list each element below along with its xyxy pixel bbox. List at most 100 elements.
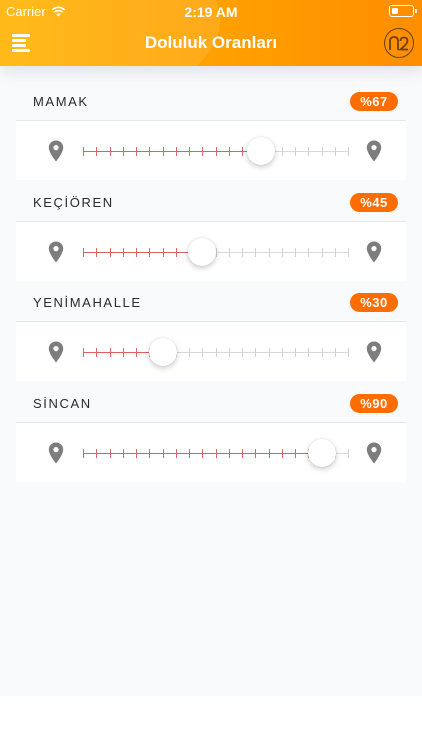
battery-icon: [389, 5, 417, 17]
slider-tick: [281, 147, 283, 156]
slider-tick: [162, 448, 164, 458]
location-pin-icon: [366, 341, 382, 363]
page-title: Doluluk Oranları: [144, 33, 278, 52]
slider-tick: [308, 348, 310, 357]
slider-tick: [149, 448, 151, 458]
slider-tick: [202, 448, 204, 458]
district-slider-card: [16, 322, 406, 381]
slider-tick: [109, 448, 111, 458]
slider-tick: [149, 147, 151, 156]
location-pin-icon: [366, 140, 382, 162]
occupancy-badge: %30: [350, 293, 398, 312]
slider-tick: [348, 448, 349, 458]
slider-tick: [215, 147, 217, 156]
slider-tick: [175, 448, 177, 458]
slider-tick: [321, 247, 323, 257]
slider-tick: [268, 348, 270, 357]
slider-tick: [109, 348, 111, 357]
occupancy-slider[interactable]: [83, 438, 349, 467]
slider-tick: [83, 348, 84, 357]
district-slider-card: [16, 121, 406, 180]
n2-logo-icon[interactable]: [384, 28, 414, 58]
location-pin-icon: [48, 442, 64, 463]
slider-tick: [136, 147, 137, 156]
district-name: YENİMAHALLE: [33, 295, 142, 310]
slider-tick: [281, 348, 283, 357]
slider-tick: [215, 448, 217, 458]
slider-thumb[interactable]: [246, 137, 275, 165]
slider-tick: [189, 348, 190, 357]
slider-tick: [136, 247, 137, 257]
slider-tick: [96, 448, 98, 458]
district-row: YENİMAHALLE %30: [16, 281, 406, 382]
district-name: SİNCAN: [33, 395, 92, 411]
location-pin-icon: [48, 140, 64, 162]
slider-tick: [295, 147, 296, 156]
district-header: SİNCAN %90: [16, 382, 406, 423]
slider-tick: [215, 348, 217, 357]
slider-tick: [175, 247, 177, 257]
slider-thumb[interactable]: [188, 237, 217, 266]
location-pin-icon: [48, 241, 64, 262]
slider-tick: [281, 247, 283, 257]
slider-tick: [189, 448, 190, 458]
district-header: MAMAK %67: [16, 80, 406, 121]
slider-tick: [295, 348, 296, 357]
slider-tick: [242, 448, 243, 458]
slider-tick: [162, 147, 164, 156]
slider-tick: [348, 348, 349, 357]
app-header: Carrier 2:19 AM Doluluk Oranları: [0, 0, 422, 66]
slider-tick: [122, 147, 124, 156]
slider-tick: [334, 147, 336, 156]
occupancy-slider[interactable]: [83, 338, 349, 366]
slider-tick: [242, 348, 243, 357]
slider-thumb[interactable]: [148, 338, 177, 366]
occupancy-slider[interactable]: [83, 137, 349, 165]
slider-tick: [255, 247, 257, 257]
slider-tick: [228, 348, 230, 357]
slider-tick: [228, 147, 230, 156]
slider-tick: [334, 348, 336, 357]
district-header: KEÇİÖREN %45: [16, 181, 406, 222]
district-row: SİNCAN %90: [16, 382, 406, 483]
slider-tick: [175, 147, 177, 156]
status-bar: Carrier 2:19 AM: [0, 0, 422, 22]
district-slider-card: [16, 221, 406, 281]
slider-tick: [202, 348, 204, 357]
slider-tick: [83, 448, 84, 458]
district-name: KEÇİÖREN: [33, 194, 114, 210]
slider-tick: [96, 348, 98, 357]
slider-thumb[interactable]: [307, 438, 336, 467]
slider-tick: [255, 348, 257, 357]
slider-tick: [321, 348, 323, 357]
status-time: 2:19 AM: [184, 4, 238, 20]
location-pin-icon: [366, 241, 382, 262]
slider-tick: [83, 247, 84, 257]
slider-tick: [334, 247, 336, 257]
slider-tick: [348, 147, 349, 156]
slider-tick: [149, 247, 151, 257]
slider-tick: [109, 247, 111, 257]
slider-tick: [136, 348, 137, 357]
slider-tick: [308, 247, 310, 257]
slider-tick: [122, 348, 124, 357]
slider-tick: [348, 247, 349, 257]
location-pin-icon: [48, 341, 64, 363]
slider-tick: [295, 247, 296, 257]
slider-tick: [321, 147, 323, 156]
slider-tick: [83, 147, 84, 156]
location-pin-icon: [366, 442, 382, 463]
occupancy-badge: %90: [350, 393, 398, 413]
occupancy-slider[interactable]: [83, 237, 349, 266]
slider-tick: [308, 147, 310, 156]
slider-tick: [136, 448, 137, 458]
slider-tick: [268, 448, 270, 458]
slider-tick: [228, 247, 230, 257]
slider-tick: [242, 147, 243, 156]
n2-logo-glyph: [389, 36, 409, 51]
slider-tick: [255, 448, 257, 458]
slider-tick: [122, 247, 124, 257]
slider-tick: [295, 448, 296, 458]
slider-tick: [281, 448, 283, 458]
district-header: YENİMAHALLE %30: [16, 281, 406, 322]
